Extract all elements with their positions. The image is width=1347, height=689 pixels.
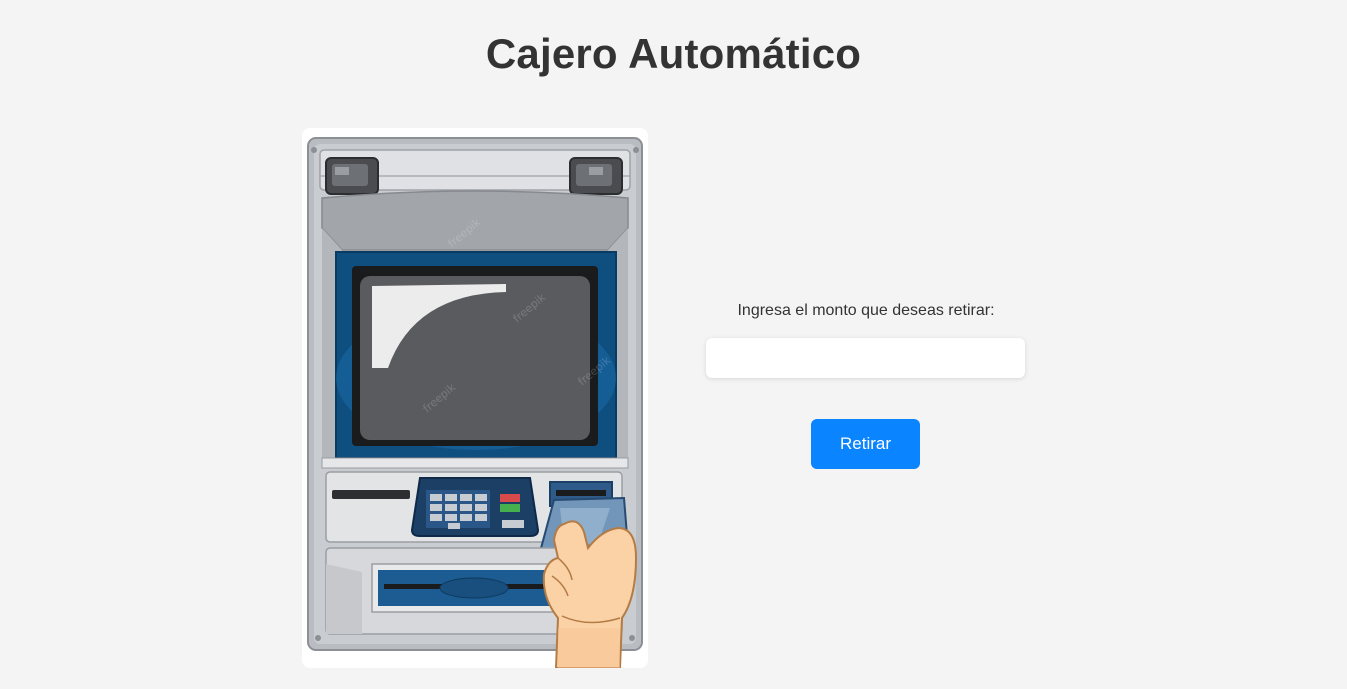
amount-label: Ingresa el monto que deseas retirar: [737, 302, 995, 319]
withdraw-form: Ingresa el monto que deseas retirar: Ret… [706, 300, 1026, 469]
withdraw-button[interactable]: Retirar [811, 419, 920, 469]
amount-input[interactable] [706, 338, 1025, 378]
atm-machine-icon: freepik freepik freepik freepik [307, 137, 643, 668]
page-title: Cajero Automático [485, 30, 862, 77]
page: Cajero Automático freepik freepik freepi… [0, 0, 1347, 689]
atm-illustration: freepik freepik freepik freepik [302, 128, 648, 668]
